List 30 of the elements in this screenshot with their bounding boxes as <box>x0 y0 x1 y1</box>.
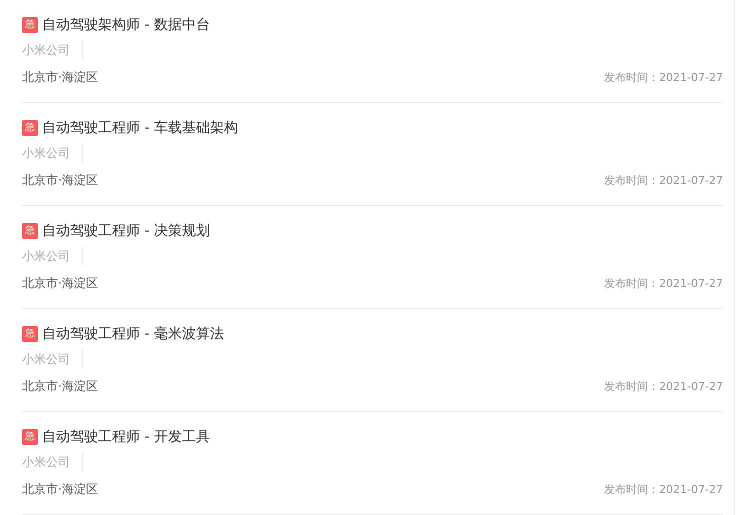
job-card[interactable]: 急 自动驾驶工程师 - 决策规划 小米公司 北京市·海淀区 发布时间：2021-07-27 <box>22 206 723 309</box>
company-name: 小米公司 <box>22 349 83 369</box>
publish-date: 发布时间：2021-07-27 <box>604 172 723 188</box>
urgent-badge: 急 <box>22 429 38 445</box>
publish-date: 发布时间：2021-07-27 <box>604 276 723 290</box>
publish-date: 发布时间：2021-07-27 <box>604 70 723 84</box>
company-name: 小米公司 <box>22 40 83 60</box>
job-title[interactable]: 自动驾驶工程师 - 车载基础架构 <box>42 119 238 137</box>
company-name: 小米公司 <box>22 246 83 266</box>
job-title[interactable]: 自动驾驶工程师 - 决策规划 <box>42 222 210 240</box>
publish-date: 发布时间：2021-07-27 <box>604 378 723 394</box>
job-location: 北京市·海淀区 <box>22 378 98 394</box>
publish-date: 发布时间：2021-07-27 <box>604 482 723 496</box>
company-name: 小米公司 <box>22 143 83 163</box>
job-card[interactable]: 急 自动驾驶工程师 - 车载基础架构 小米公司 北京市·海淀区 发布时间：2021-07-27 <box>22 103 723 206</box>
urgent-badge: 急 <box>22 223 38 239</box>
company-name: 小米公司 <box>22 452 83 472</box>
job-location: 北京市·海淀区 <box>22 274 98 292</box>
job-card[interactable]: 急 自动驾驶架构师 - 数据中台 小米公司 北京市·海淀区 发布时间：2021-07-27 <box>22 0 723 103</box>
job-card[interactable]: 急 自动驾驶工程师 - 开发工具 小米公司 北京市·海淀区 发布时间：2021-07-27 <box>22 412 723 515</box>
job-location: 北京市·海淀区 <box>22 480 98 498</box>
job-location: 北京市·海淀区 <box>22 172 98 188</box>
job-card[interactable]: 急 自动驾驶工程师 - 毫米波算法 小米公司 北京市·海淀区 发布时间：2021-07-27 <box>22 309 723 412</box>
job-title[interactable]: 自动驾驶工程师 - 开发工具 <box>42 428 210 446</box>
urgent-badge: 急 <box>22 17 38 33</box>
urgent-badge: 急 <box>22 326 38 342</box>
urgent-badge: 急 <box>22 120 38 136</box>
job-title[interactable]: 自动驾驶工程师 - 毫米波算法 <box>42 325 224 343</box>
job-title[interactable]: 自动驾驶架构师 - 数据中台 <box>42 16 210 34</box>
job-location: 北京市·海淀区 <box>22 68 98 86</box>
